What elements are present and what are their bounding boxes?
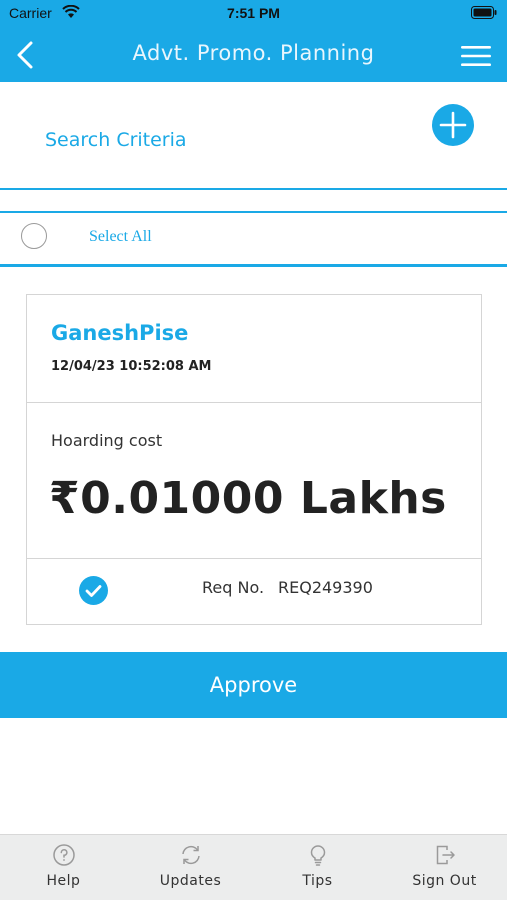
card-footer: Req No. REQ249390 (27, 559, 481, 624)
clock: 7:51 PM (227, 5, 280, 21)
lightbulb-icon (310, 845, 325, 866)
divider (0, 211, 507, 213)
page-title: Advt. Promo. Planning (132, 41, 375, 65)
selected-checkbox[interactable] (79, 576, 108, 605)
cost-value: ₹0.01000 Lakhs (49, 473, 447, 524)
status-bar: Carrier 7:51 PM (0, 0, 507, 26)
tab-label: Sign Out (412, 873, 477, 889)
request-card[interactable]: GaneshPise 12/04/23 10:52:08 AM Hoarding… (26, 294, 482, 625)
cost-label: Hoarding cost (51, 431, 163, 450)
bottom-tab-bar: Help Updates Tips Sign Out (0, 834, 507, 900)
req-no-label: Req No. (202, 578, 265, 597)
sign-out-icon (436, 845, 455, 865)
card-header: GaneshPise 12/04/23 10:52:08 AM (27, 295, 481, 403)
select-all-label: Select All (89, 228, 152, 245)
tab-tips[interactable]: Tips (254, 835, 381, 901)
refresh-icon (181, 845, 200, 865)
hamburger-menu-icon[interactable] (461, 46, 491, 66)
divider (0, 188, 507, 190)
requester-name: GaneshPise (51, 321, 189, 345)
divider (0, 264, 507, 267)
checkmark-icon (85, 585, 102, 597)
tab-label: Tips (302, 873, 333, 889)
card-cost-section: Hoarding cost ₹0.01000 Lakhs (27, 403, 481, 559)
plus-icon (439, 111, 467, 139)
tab-help[interactable]: Help (0, 835, 127, 901)
nav-bar: Advt. Promo. Planning (0, 26, 507, 82)
select-all-radio[interactable] (21, 223, 47, 249)
tab-sign-out[interactable]: Sign Out (381, 835, 507, 901)
help-icon (52, 844, 75, 866)
request-datetime: 12/04/23 10:52:08 AM (51, 359, 212, 374)
add-search-criteria-button[interactable] (432, 104, 474, 146)
tab-label: Help (46, 873, 81, 889)
req-no-value: REQ249390 (278, 578, 373, 597)
battery-icon (471, 6, 497, 19)
search-criteria-row[interactable]: Search Criteria (0, 82, 507, 188)
tab-updates[interactable]: Updates (127, 835, 254, 901)
tab-label: Updates (159, 873, 222, 889)
select-all-row[interactable]: Select All (0, 214, 507, 264)
approve-button[interactable]: Approve (0, 652, 507, 718)
search-criteria-label: Search Criteria (45, 129, 187, 151)
